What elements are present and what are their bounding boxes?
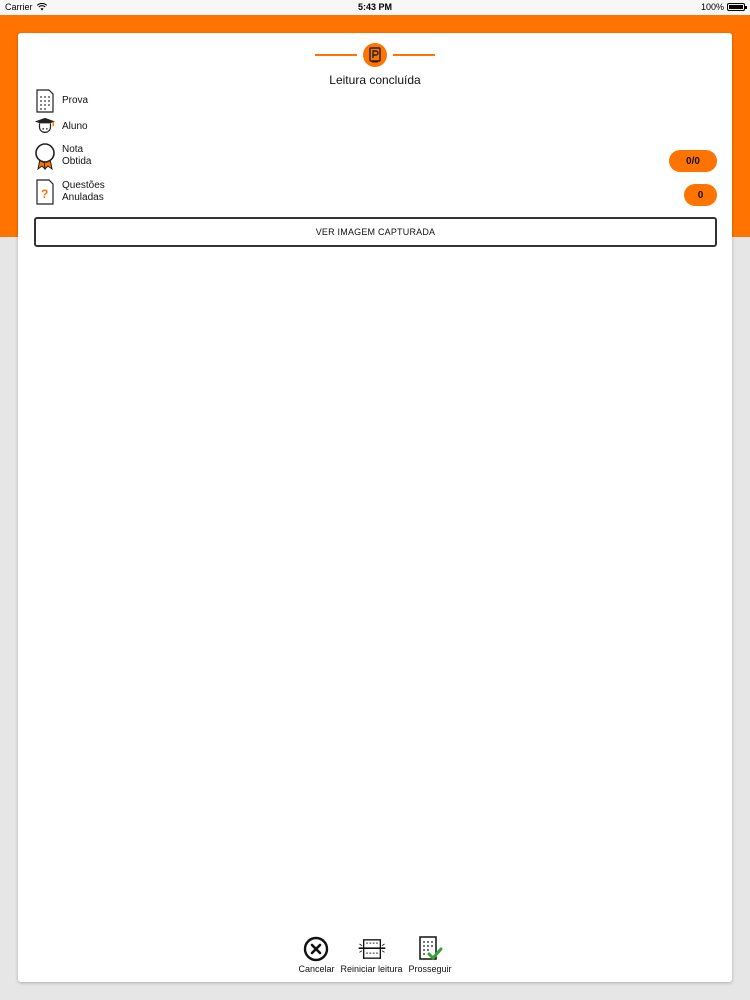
question-document-icon: ? [34,179,56,205]
questoes-label-line2: Anuladas [62,192,104,203]
scan-icon [357,936,387,962]
proceed-button[interactable]: Prosseguir [409,936,452,976]
restart-label: Reiniciar leitura [340,964,403,974]
restart-reading-button[interactable]: Reiniciar leitura [340,936,403,976]
row-prova: Prova [34,89,88,113]
battery-icon [727,3,747,11]
proceed-label: Prosseguir [408,964,452,974]
clock: 5:43 PM [357,2,392,12]
aluno-label: Aluno [62,121,88,132]
divider-right [393,54,435,56]
questoes-label-line1: Questões [62,180,105,191]
header-logo [18,43,732,67]
page-title: Leitura concluída [329,73,421,87]
close-circle-icon [301,936,331,962]
result-card: Leitura concluída Prova Aluno Nota Obtid… [18,33,732,982]
nota-label-line1: Nota [62,144,84,155]
nota-label: Nota Obtida [62,144,91,168]
document-check-icon [415,936,445,962]
logo-icon [363,43,387,67]
prova-label: Prova [62,95,89,106]
view-captured-image-button[interactable]: VER IMAGEM CAPTURADA [34,217,717,247]
row-nota: Nota Obtida [34,143,91,170]
battery-status: 100% [700,2,747,12]
nota-value-badge: 0/0 [669,150,717,172]
bottom-toolbar: Cancelar Reiniciar leitura Prosseguir [18,936,732,976]
medal-icon [34,143,56,170]
questoes-value-badge: 0 [684,184,717,206]
svg-text:?: ? [41,187,48,201]
divider-left [315,54,357,56]
row-aluno: Aluno [34,115,88,139]
graduate-icon [34,115,56,139]
row-questoes: ? Questões Anuladas [34,179,105,205]
status-bar: Carrier 5:43 PM 100% [0,0,750,15]
nota-label-line2: Obtida [62,156,92,167]
cancel-button[interactable]: Cancelar [298,936,334,976]
questoes-label: Questões Anuladas [62,180,105,204]
document-grid-icon [34,89,56,113]
cancel-label: Cancelar [298,964,335,974]
battery-percent: 100% [700,2,724,12]
